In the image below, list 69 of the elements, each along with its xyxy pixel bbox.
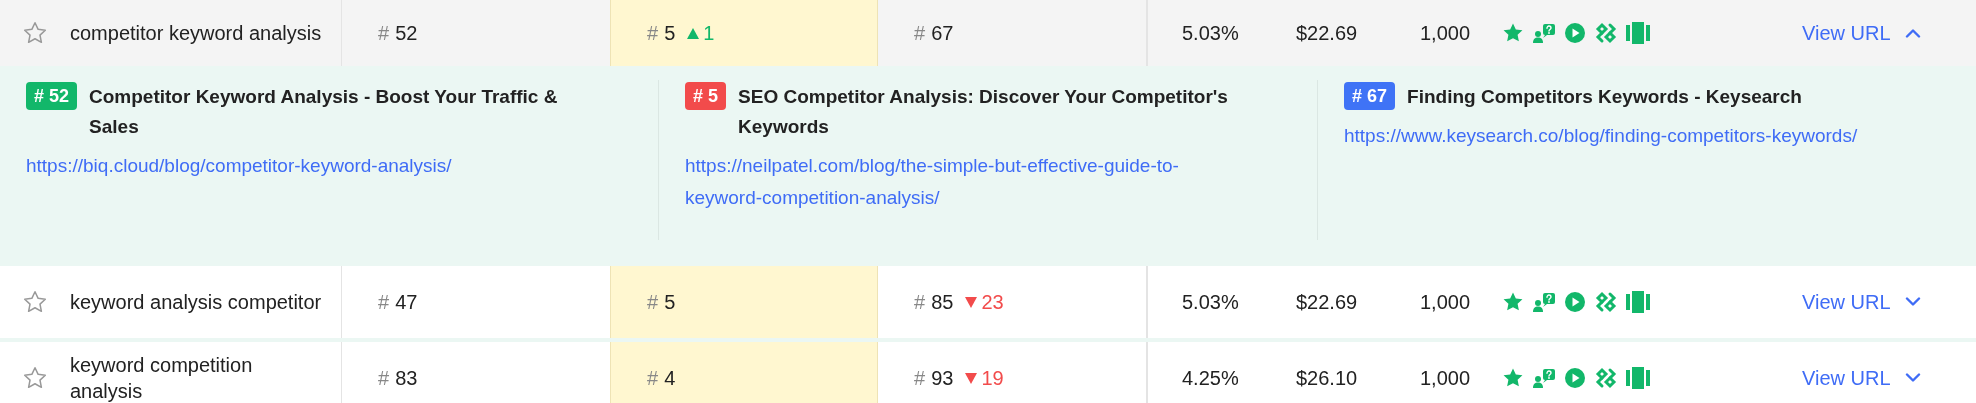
columns-icon[interactable]	[1626, 367, 1650, 389]
chevron-up-icon	[1904, 28, 1921, 38]
view-url-link[interactable]: View URL	[1802, 363, 1921, 393]
play-icon[interactable]	[1564, 367, 1586, 389]
cpc-text: $22.69	[1296, 290, 1358, 315]
rank-change: 1	[703, 21, 715, 46]
rank-badge: # 67	[1344, 82, 1396, 110]
keyword-text: competitor keyword analysis	[70, 21, 323, 46]
rank-value: 5	[664, 290, 676, 315]
chain-link-icon[interactable]	[1594, 290, 1618, 314]
down-triangle-icon	[965, 372, 978, 384]
keyword-text: keyword analysis competitor	[70, 290, 323, 315]
person-question-icon[interactable]	[1532, 22, 1556, 44]
person-question-icon[interactable]	[1532, 291, 1556, 313]
star-icon[interactable]	[1502, 367, 1524, 389]
volume-text: 1,000	[1420, 21, 1471, 46]
columns-icon[interactable]	[1626, 291, 1650, 313]
up-triangle-icon	[687, 27, 700, 39]
rank-value: 4	[664, 366, 676, 391]
person-question-icon[interactable]	[1532, 367, 1556, 389]
chain-link-icon[interactable]	[1594, 366, 1618, 390]
play-icon[interactable]	[1564, 22, 1586, 44]
rank-value: 52	[395, 21, 418, 46]
star-icon[interactable]	[1502, 291, 1524, 313]
star-icon[interactable]	[22, 20, 48, 46]
volume-text: 1,000	[1420, 290, 1471, 315]
rank-badge: # 52	[26, 82, 78, 110]
volume-text: 1,000	[1420, 366, 1471, 391]
rank-value: 85	[931, 290, 954, 315]
rank-badge: # 5	[685, 82, 727, 110]
hash-sign: #	[378, 21, 390, 46]
cpc-text: $22.69	[1296, 21, 1358, 46]
rank-value: 83	[395, 366, 418, 391]
result-url-link[interactable]: https://biq.cloud/blog/competitor-keyword-analysis/	[26, 150, 632, 182]
rank-value: 67	[931, 21, 954, 46]
rank-value: 47	[395, 290, 418, 315]
hash-sign: #	[914, 366, 926, 391]
cpc-text: $26.10	[1296, 366, 1358, 391]
result-title: Competitor Keyword Analysis - Boost Your Traffic & Sales	[89, 85, 559, 139]
hash-sign: #	[914, 21, 926, 46]
result-title: Finding Competitors Keywords - Keysearch	[1407, 85, 1803, 109]
view-url-link[interactable]: View URL	[1802, 18, 1921, 48]
hash-sign: #	[378, 290, 390, 315]
share-text: 5.03%	[1182, 21, 1239, 46]
rank-change: 19	[981, 366, 1004, 391]
play-icon[interactable]	[1564, 291, 1586, 313]
chevron-down-icon	[1904, 297, 1921, 307]
keyword-text: keyword competition analysis	[70, 353, 254, 403]
down-triangle-icon	[965, 296, 978, 308]
rank-value: 5	[664, 21, 676, 46]
hash-sign: #	[647, 290, 659, 315]
result-url-link[interactable]: https://www.keysearch.co/blog/finding-competitors-keywords/	[1344, 120, 1950, 152]
hash-sign: #	[378, 366, 390, 391]
hash-sign: #	[647, 21, 659, 46]
star-icon[interactable]	[22, 365, 48, 391]
chain-link-icon[interactable]	[1594, 21, 1618, 45]
result-url-link[interactable]: https://neilpatel.com/blog/the-simple-but-effective-guide-to-keyword-competition-analysis/	[685, 150, 1291, 214]
rank-value: 93	[931, 366, 954, 391]
columns-icon[interactable]	[1626, 22, 1650, 44]
hash-sign: #	[914, 290, 926, 315]
share-text: 5.03%	[1182, 290, 1239, 315]
star-icon[interactable]	[1502, 22, 1524, 44]
chevron-down-icon	[1904, 373, 1921, 383]
share-text: 4.25%	[1182, 366, 1239, 391]
star-icon[interactable]	[22, 289, 48, 315]
view-url-link[interactable]: View URL	[1802, 287, 1921, 317]
rank-change: 23	[981, 290, 1004, 315]
hash-sign: #	[647, 366, 659, 391]
result-title: SEO Competitor Analysis: Discover Your Competitor's Keywords	[738, 85, 1229, 139]
